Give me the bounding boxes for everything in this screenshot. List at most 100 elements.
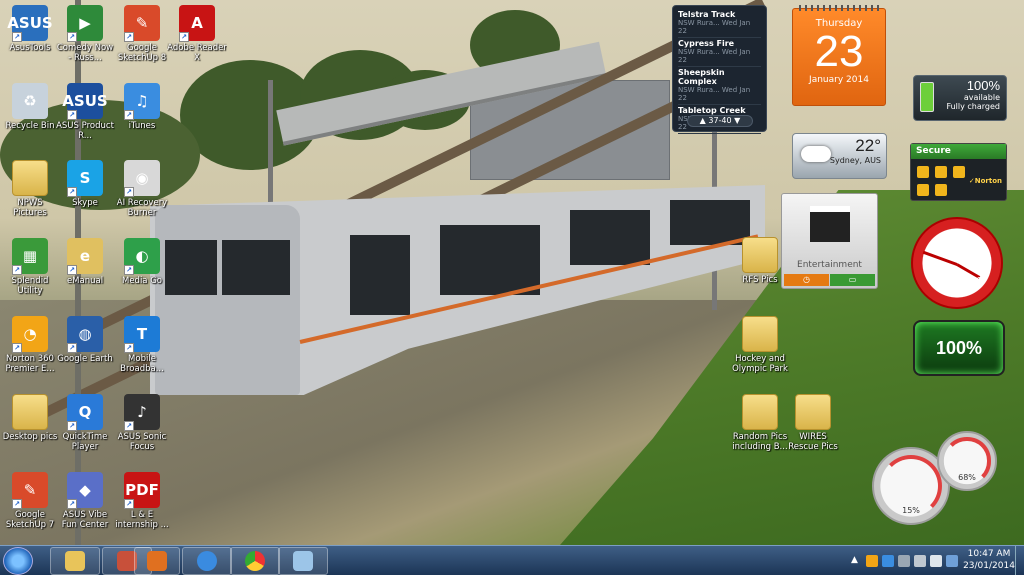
desktop-icon-l-e-internship[interactable]: PDF ↗ L & E internship ... bbox=[112, 472, 172, 530]
desktop-icon-label: Skype bbox=[72, 198, 98, 208]
norton-update-icon[interactable] bbox=[917, 184, 929, 196]
palette-icon bbox=[293, 551, 313, 571]
norton-icon: ◔ ↗ bbox=[12, 316, 48, 353]
entertainment-label: Entertainment bbox=[797, 260, 862, 270]
taskbar-paint-app[interactable] bbox=[278, 547, 328, 575]
news-feed-gadget[interactable]: Telstra Track NSW Rura... Wed Jan 22 Cypr… bbox=[672, 5, 767, 134]
norton-mobile-icon[interactable] bbox=[953, 166, 965, 178]
desktop-icon-ai-recovery-burner[interactable]: ◉ ↗ AI Recovery Burner bbox=[112, 160, 172, 218]
desktop-icon-norton-360-premier-e[interactable]: ◔ ↗ Norton 360 Premier E... bbox=[0, 316, 60, 374]
entertainment-recent-button[interactable]: ◷ bbox=[784, 274, 829, 286]
desktop-icon-wires-rescue-pics[interactable]: WIRES Rescue Pics bbox=[783, 394, 843, 452]
entertainment-tv-button[interactable]: ▭ bbox=[830, 274, 875, 286]
desktop-icon-label: Desktop pics bbox=[2, 432, 58, 442]
news-item[interactable]: Cypress Fire NSW Rura... Wed Jan 22 bbox=[678, 38, 761, 67]
desktop-icon-quicktime-player[interactable]: Q ↗ QuickTime Player bbox=[55, 394, 115, 452]
news-item[interactable]: Telstra Track NSW Rura... Wed Jan 22 bbox=[678, 9, 761, 38]
desktop-icon-emanual[interactable]: e ↗ eManual bbox=[55, 238, 115, 286]
shortcut-arrow-icon: ↗ bbox=[67, 32, 77, 42]
norton-gadget[interactable]: Secure ✓Norton bbox=[910, 143, 1007, 201]
desktop-icon-adobe-reader-x[interactable]: A ↗ Adobe Reader X bbox=[167, 5, 227, 63]
desktop-icon-desktop-pics[interactable]: Desktop pics bbox=[0, 394, 60, 442]
weather-gadget[interactable]: 22° Sydney, AUS bbox=[792, 133, 887, 179]
memory-meter-gadget[interactable]: 68% bbox=[937, 431, 997, 491]
battery-meter-gadget[interactable]: 100% bbox=[913, 320, 1005, 376]
entertainment-gadget[interactable]: Entertainment ◷ ▭ bbox=[781, 193, 878, 289]
news-item[interactable]: Sheepskin Complex NSW Rura... Wed Jan 22 bbox=[678, 67, 761, 105]
desktop-icon-label: AsusTools bbox=[9, 43, 51, 53]
clock-date[interactable]: 23/01/2014 bbox=[958, 561, 1020, 571]
desktop-icon-google-sketchup-7[interactable]: ✎ ↗ Google SketchUp 7 bbox=[0, 472, 60, 530]
memory-usage: 68% bbox=[958, 473, 976, 482]
desktop-icon-asus-sonic-focus[interactable]: ♪ ↗ ASUS Sonic Focus bbox=[112, 394, 172, 452]
desktop-icon-skype[interactable]: S ↗ Skype bbox=[55, 160, 115, 208]
show-desktop-button[interactable] bbox=[1015, 546, 1024, 575]
taskbar-chrome[interactable] bbox=[230, 547, 280, 575]
asus-tools-icon: ASUS ↗ bbox=[7, 5, 53, 42]
desktop-icon-asus-vibe-fun-center[interactable]: ◆ ↗ ASUS Vibe Fun Center bbox=[55, 472, 115, 530]
taskbar-media-player[interactable] bbox=[134, 547, 180, 575]
video-file-icon: ▶ ↗ bbox=[67, 5, 103, 42]
desktop-icon-google-sketchup-8[interactable]: ✎ ↗ Google SketchUp 8 bbox=[112, 5, 172, 63]
shortcut-arrow-icon: ↗ bbox=[12, 343, 22, 353]
shortcut-arrow-icon: ↗ bbox=[124, 499, 134, 509]
battery-gadget[interactable]: 100% available Fully charged bbox=[913, 75, 1007, 121]
desktop-icon-asustools[interactable]: ASUS ↗ AsusTools bbox=[0, 5, 60, 53]
train bbox=[150, 185, 765, 395]
desktop-icon-splendid-utility[interactable]: ▦ ↗ Splendid Utility bbox=[0, 238, 60, 296]
media-go-icon: ◐ ↗ bbox=[124, 238, 160, 275]
norton-tray-icon[interactable] bbox=[866, 555, 878, 567]
display-tray-icon[interactable] bbox=[946, 555, 958, 567]
desktop-icon-hockey-and-olympic-park[interactable]: Hockey and Olympic Park bbox=[730, 316, 790, 374]
norton-scan-icon[interactable] bbox=[917, 166, 929, 178]
telstra-icon: T ↗ bbox=[124, 316, 160, 353]
sync-tray-icon[interactable] bbox=[882, 555, 894, 567]
start-button[interactable] bbox=[3, 547, 33, 575]
cloud-icon bbox=[801, 146, 831, 162]
taskbar-internet-explorer[interactable] bbox=[182, 547, 232, 575]
shortcut-arrow-icon: ↗ bbox=[124, 32, 134, 42]
shortcut-arrow-icon: ↗ bbox=[124, 110, 134, 120]
desktop-icon-media-go[interactable]: ◐ ↗ Media Go bbox=[112, 238, 172, 286]
desktop-icon-label: Google SketchUp 8 bbox=[117, 43, 167, 63]
volume-tray-icon[interactable] bbox=[930, 555, 942, 567]
shortcut-arrow-icon: ↗ bbox=[124, 343, 134, 353]
taskbar-explorer[interactable] bbox=[50, 547, 100, 575]
desktop-icon-label: Random Pics including B... bbox=[732, 432, 788, 452]
desktop-icon-label: Hockey and Olympic Park bbox=[732, 354, 788, 374]
desktop-icon-label: L & E internship ... bbox=[115, 510, 169, 530]
shortcut-arrow-icon: ↗ bbox=[124, 421, 134, 431]
clock-gadget[interactable]: Pingu Time bbox=[911, 217, 1003, 309]
calendar-gadget[interactable]: Thursday 23 January 2014 bbox=[792, 5, 886, 106]
splendid-icon: ▦ ↗ bbox=[12, 238, 48, 275]
desktop-icon-mobile-broadba[interactable]: T ↗ Mobile Broadba... bbox=[112, 316, 172, 374]
shortcut-arrow-icon: ↗ bbox=[67, 265, 77, 275]
desktop-icon-npws-pictures[interactable]: NPWS Pictures bbox=[0, 160, 60, 218]
desktop-icon-label: WIRES Rescue Pics bbox=[788, 432, 838, 452]
desktop-icon-comedy-now-russ[interactable]: ▶ ↗ Comedy Now - Russ... bbox=[55, 5, 115, 63]
calendar-rings bbox=[799, 5, 881, 11]
shortcut-arrow-icon: ↗ bbox=[67, 110, 77, 120]
desktop-icon-random-pics-including-b[interactable]: Random Pics including B... bbox=[730, 394, 790, 452]
battery-tray-icon[interactable] bbox=[898, 555, 910, 567]
desktop-icon-recycle-bin[interactable]: ♻ Recycle Bin bbox=[0, 83, 60, 131]
quicktime-icon: Q ↗ bbox=[67, 394, 103, 431]
desktop-icon-label: Google Earth bbox=[57, 354, 113, 364]
desktop-icon-asus-product-r[interactable]: ASUS ↗ ASUS Product R... bbox=[55, 83, 115, 141]
norton-settings-icon[interactable] bbox=[935, 166, 947, 178]
desktop-icon-google-earth[interactable]: ◍ ↗ Google Earth bbox=[55, 316, 115, 364]
desktop-icon-itunes[interactable]: ♫ ↗ iTunes bbox=[112, 83, 172, 131]
show-hidden-icons[interactable]: ▲ bbox=[851, 555, 858, 565]
norton-check-icon[interactable] bbox=[935, 184, 947, 196]
network-tray-icon[interactable] bbox=[914, 555, 926, 567]
news-pager[interactable]: ▲ 37-40 ▼ bbox=[687, 115, 753, 127]
shortcut-arrow-icon: ↗ bbox=[12, 265, 22, 275]
ai-recovery-icon: ◉ ↗ bbox=[124, 160, 160, 197]
desktop-icon-label: eManual bbox=[66, 276, 104, 286]
clock-time[interactable]: 10:47 AM bbox=[962, 549, 1016, 559]
sonic-focus-icon: ♪ ↗ bbox=[124, 394, 160, 431]
itunes-icon: ♫ ↗ bbox=[124, 83, 160, 120]
shortcut-arrow-icon: ↗ bbox=[179, 32, 189, 42]
desktop-icon-label: Recycle Bin bbox=[5, 121, 55, 131]
sketchup-icon: ✎ ↗ bbox=[12, 472, 48, 509]
